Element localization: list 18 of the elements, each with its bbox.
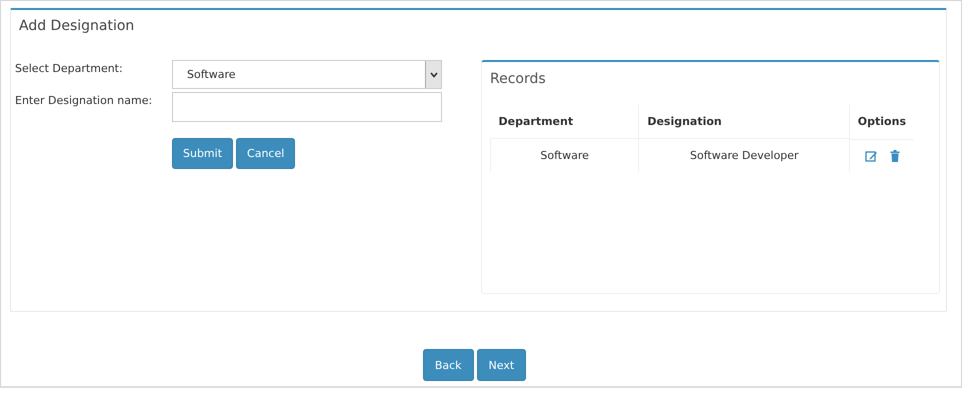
form-button[interactable]: Submit (172, 138, 234, 169)
table-cell: Software (490, 138, 639, 172)
caret-icon (425, 61, 441, 88)
department-select[interactable]: Software (172, 60, 442, 89)
field-label: Enter Designation name: (15, 93, 154, 107)
form-button[interactable]: Cancel (236, 138, 296, 169)
trash-icon[interactable] (890, 150, 900, 162)
nav-button[interactable]: Back (422, 349, 474, 381)
records-title: Records (490, 70, 547, 89)
nav-button[interactable]: Next (476, 349, 526, 381)
table-cell: Software Developer (638, 138, 850, 172)
edit-icon[interactable] (864, 150, 878, 162)
designation-input[interactable] (172, 92, 442, 122)
column-header: Options (849, 104, 914, 138)
column-header: Designation (638, 104, 850, 138)
field-label: Select Department: (15, 61, 124, 75)
column-header: Department (490, 104, 639, 138)
panel-title: Add Designation (18, 17, 136, 36)
